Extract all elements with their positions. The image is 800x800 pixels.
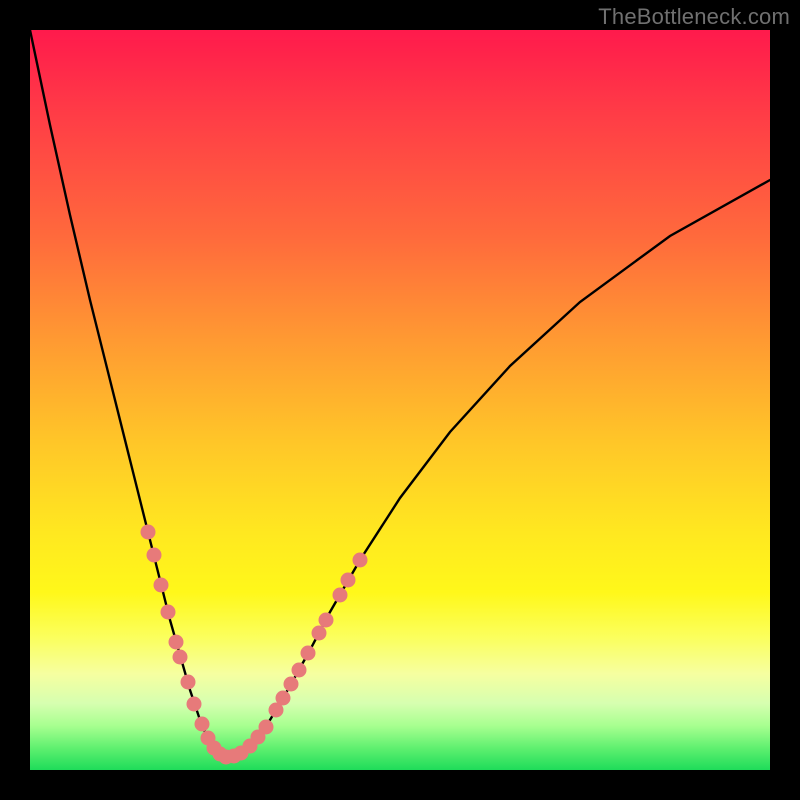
bottleneck-curve-svg bbox=[30, 30, 770, 770]
data-markers bbox=[141, 525, 368, 765]
data-marker bbox=[173, 650, 188, 665]
data-marker bbox=[141, 525, 156, 540]
data-marker bbox=[292, 663, 307, 678]
data-marker bbox=[259, 720, 274, 735]
data-marker bbox=[147, 548, 162, 563]
data-marker bbox=[154, 578, 169, 593]
data-marker bbox=[187, 697, 202, 712]
data-marker bbox=[195, 717, 210, 732]
plot-area bbox=[30, 30, 770, 770]
data-marker bbox=[169, 635, 184, 650]
data-marker bbox=[276, 691, 291, 706]
data-marker bbox=[312, 626, 327, 641]
data-marker bbox=[181, 675, 196, 690]
data-marker bbox=[284, 677, 299, 692]
data-marker bbox=[333, 588, 348, 603]
bottleneck-curve bbox=[30, 30, 770, 757]
chart-frame: TheBottleneck.com bbox=[0, 0, 800, 800]
data-marker bbox=[301, 646, 316, 661]
data-marker bbox=[341, 573, 356, 588]
watermark-text: TheBottleneck.com bbox=[598, 4, 790, 30]
data-marker bbox=[161, 605, 176, 620]
data-marker bbox=[353, 553, 368, 568]
data-marker bbox=[319, 613, 334, 628]
